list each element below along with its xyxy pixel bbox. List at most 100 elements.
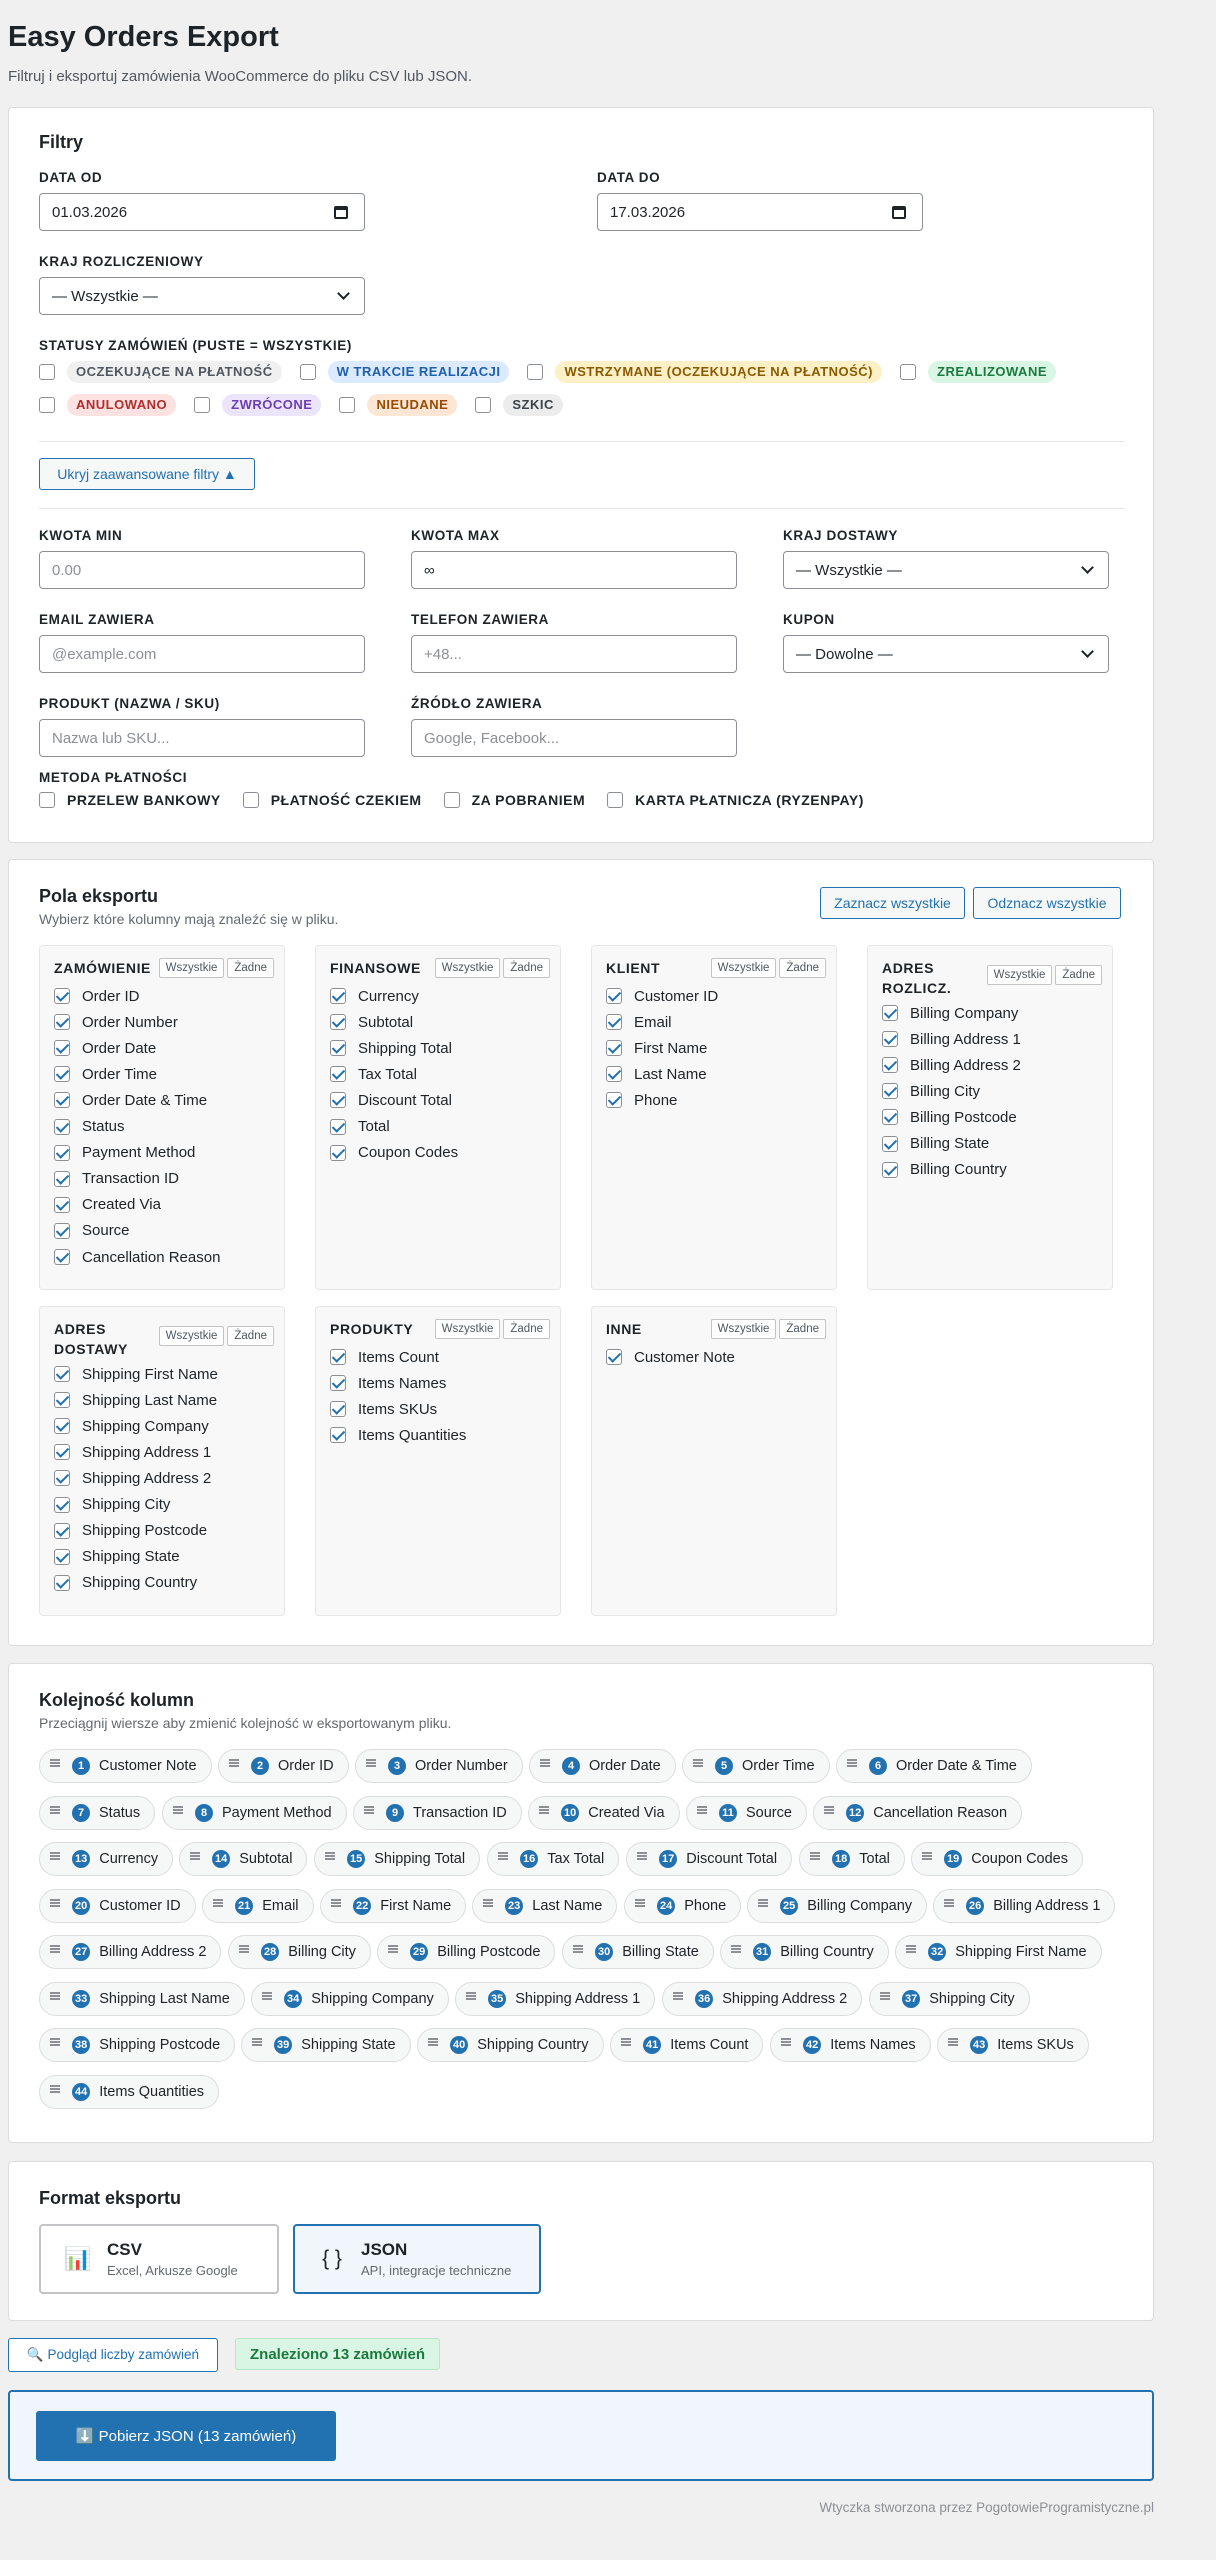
payment-checkbox[interactable]	[39, 792, 55, 808]
date-from-input[interactable]: 01.03.2026	[39, 193, 365, 231]
drag-handle-icon[interactable]	[50, 1945, 60, 1953]
status-checkbox[interactable]	[299, 364, 316, 380]
source-input[interactable]: Google, Facebook...	[411, 719, 737, 757]
drag-handle-icon[interactable]	[673, 1991, 683, 2000]
export-field-option[interactable]: Order Date	[54, 1038, 156, 1058]
export-field-option[interactable]: Payment Method	[54, 1143, 195, 1163]
column-order-item[interactable]: 1 Customer Note	[39, 1749, 212, 1783]
export-field-option[interactable]: Customer ID	[606, 986, 718, 1006]
group-select-none-button[interactable]: Żadne	[227, 1326, 274, 1346]
group-select-none-button[interactable]: Żadne	[779, 958, 826, 978]
field-checkbox[interactable]	[54, 1014, 70, 1031]
column-order-item[interactable]: 16 Tax Total	[487, 1842, 620, 1876]
field-checkbox[interactable]	[606, 1040, 622, 1057]
export-field-option[interactable]: Status	[54, 1117, 125, 1137]
export-field-option[interactable]: Source	[54, 1221, 130, 1241]
drag-handle-icon[interactable]	[50, 2084, 60, 2093]
field-checkbox[interactable]	[54, 1249, 70, 1265]
preview-count-button[interactable]: 🔍 Podgląd liczby zamówień	[8, 2338, 218, 2372]
column-order-item[interactable]: 30 Billing State	[562, 1935, 714, 1969]
column-order-item[interactable]: 21 Email	[202, 1888, 314, 1923]
column-order-item[interactable]: 23 Last Name	[472, 1888, 618, 1923]
deselect-all-button[interactable]: Odznacz wszystkie	[973, 887, 1121, 919]
drag-handle-icon[interactable]	[50, 1852, 60, 1860]
drag-handle-icon[interactable]	[810, 1852, 820, 1860]
drag-handle-icon[interactable]	[50, 2038, 60, 2046]
field-checkbox[interactable]	[330, 1066, 346, 1083]
column-order-item[interactable]: 28 Billing City	[228, 1935, 371, 1969]
status-option[interactable]: NIEUDANE	[339, 394, 458, 416]
calendar-icon[interactable]	[892, 206, 906, 219]
field-checkbox[interactable]	[330, 1092, 346, 1109]
field-checkbox[interactable]	[606, 1066, 622, 1083]
drag-handle-icon[interactable]	[906, 1945, 916, 1953]
export-field-option[interactable]: Items SKUs	[330, 1399, 437, 1419]
status-checkbox[interactable]	[900, 364, 917, 380]
column-order-item[interactable]: 8 Payment Method	[162, 1795, 347, 1830]
billing-country-select[interactable]: — Wszystkie —	[39, 277, 365, 315]
field-checkbox[interactable]	[330, 1349, 346, 1365]
drag-handle-icon[interactable]	[190, 1852, 200, 1860]
status-checkbox[interactable]	[39, 397, 55, 413]
export-field-option[interactable]: Total	[330, 1117, 390, 1137]
column-order-item[interactable]: 3 Order Number	[355, 1749, 523, 1783]
field-checkbox[interactable]	[54, 1144, 70, 1161]
status-option[interactable]: SZKIC	[475, 394, 563, 416]
export-field-option[interactable]: Shipping Postcode	[54, 1521, 207, 1541]
column-order-item[interactable]: 24 Phone	[624, 1888, 742, 1923]
export-field-option[interactable]: Billing Company	[882, 1003, 1018, 1023]
status-checkbox[interactable]	[39, 364, 55, 380]
export-field-option[interactable]: Order Time	[54, 1064, 157, 1084]
drag-handle-icon[interactable]	[922, 1852, 932, 1860]
shipping-country-select[interactable]: — Wszystkie —	[783, 551, 1109, 589]
drag-handle-icon[interactable]	[428, 2038, 438, 2046]
column-order-item[interactable]: 20 Customer ID	[39, 1888, 196, 1923]
column-order-item[interactable]: 10 Created Via	[528, 1795, 680, 1830]
column-order-item[interactable]: 31 Billing Country	[720, 1935, 889, 1969]
column-order-item[interactable]: 13 Currency	[39, 1842, 174, 1876]
field-checkbox[interactable]	[330, 1375, 346, 1392]
export-field-option[interactable]: Billing Address 1	[882, 1029, 1021, 1049]
field-checkbox[interactable]	[54, 1118, 70, 1135]
drag-handle-icon[interactable]	[50, 1991, 60, 2000]
drag-handle-icon[interactable]	[847, 1759, 857, 1767]
calendar-icon[interactable]	[334, 206, 348, 219]
export-field-option[interactable]: Shipping City	[54, 1495, 170, 1515]
format-option-json[interactable]: { } JSON API, integracje techniczne	[293, 2224, 541, 2294]
status-checkbox[interactable]	[194, 397, 211, 413]
field-checkbox[interactable]	[882, 1057, 898, 1074]
field-checkbox[interactable]	[54, 1170, 70, 1187]
export-field-option[interactable]: Customer Note	[606, 1347, 735, 1367]
toggle-advanced-filters-button[interactable]: Ukryj zaawansowane filtry ▲	[39, 458, 255, 490]
drag-handle-icon[interactable]	[948, 2038, 958, 2046]
drag-handle-icon[interactable]	[466, 1991, 476, 2000]
amount-min-input[interactable]: 0.00	[39, 551, 365, 589]
select-all-button[interactable]: Zaznacz wszystkie	[820, 887, 965, 919]
group-select-all-button[interactable]: Wszystkie	[710, 958, 777, 978]
export-field-option[interactable]: Order ID	[54, 986, 140, 1006]
field-checkbox[interactable]	[330, 988, 346, 1004]
group-select-all-button[interactable]: Wszystkie	[434, 1319, 501, 1339]
drag-handle-icon[interactable]	[635, 1898, 645, 1907]
drag-handle-icon[interactable]	[173, 1805, 183, 1814]
group-select-none-button[interactable]: Żadne	[503, 1319, 550, 1339]
column-order-item[interactable]: 27 Billing Address 2	[39, 1935, 222, 1969]
export-field-option[interactable]: Billing State	[882, 1134, 989, 1154]
column-order-item[interactable]: 12 Cancellation Reason	[813, 1795, 1023, 1830]
field-checkbox[interactable]	[882, 1135, 898, 1152]
group-select-all-button[interactable]: Wszystkie	[434, 958, 501, 978]
field-checkbox[interactable]	[606, 1092, 622, 1109]
export-field-option[interactable]: Created Via	[54, 1195, 161, 1215]
download-button[interactable]: ⬇️ Pobierz JSON (13 zamówień)	[36, 2411, 336, 2461]
payment-checkbox[interactable]	[607, 792, 624, 808]
email-input[interactable]: @example.com	[39, 635, 365, 673]
field-checkbox[interactable]	[54, 1522, 70, 1539]
export-field-option[interactable]: Billing Country	[882, 1160, 1007, 1180]
column-order-item[interactable]: 19 Coupon Codes	[911, 1842, 1083, 1876]
status-checkbox[interactable]	[475, 397, 492, 413]
column-order-item[interactable]: 42 Items Names	[770, 2028, 931, 2062]
format-option-csv[interactable]: 📊 CSV Excel, Arkusze Google	[39, 2224, 279, 2294]
status-option[interactable]: W TRAKCIE REALIZACJI	[299, 361, 510, 383]
export-field-option[interactable]: Order Number	[54, 1012, 178, 1032]
group-select-all-button[interactable]: Wszystkie	[158, 1326, 225, 1346]
